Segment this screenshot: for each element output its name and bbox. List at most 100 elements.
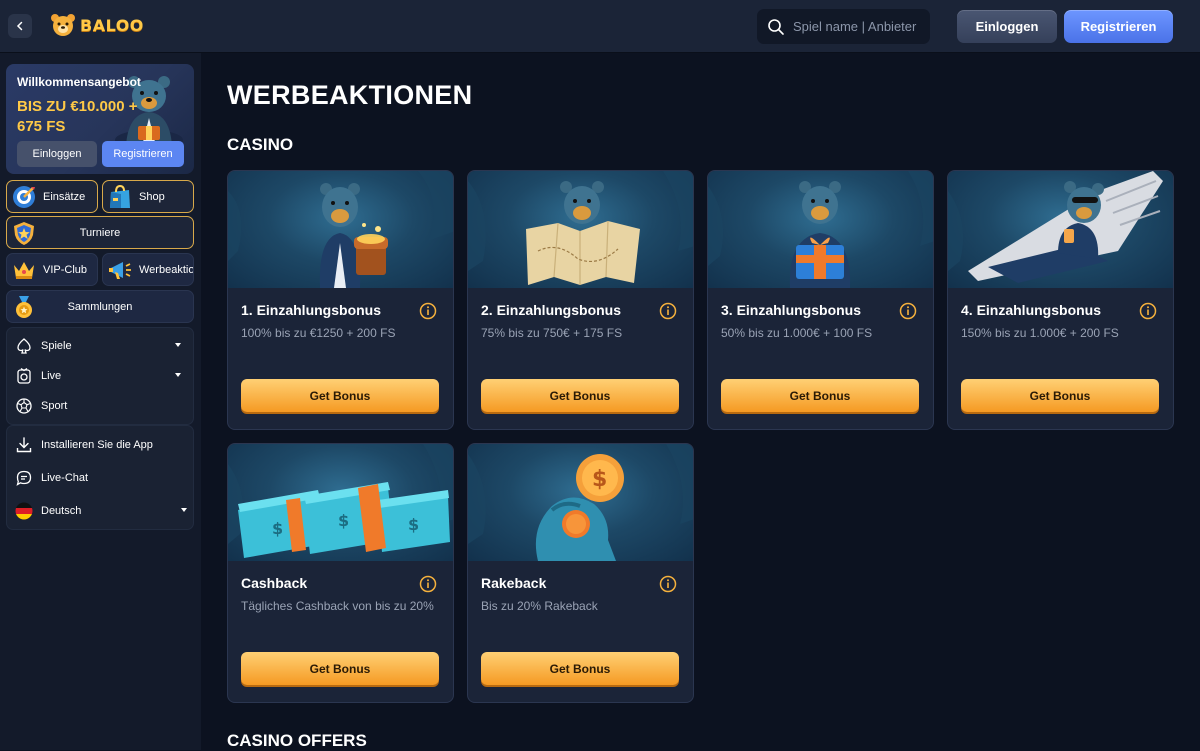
- language-selector[interactable]: Deutsch: [7, 494, 193, 527]
- shopping-bag-icon: [110, 184, 130, 208]
- search-box[interactable]: [757, 9, 930, 44]
- welcome-register-button[interactable]: Registrieren: [102, 141, 184, 167]
- top-bar: BALOO Einloggen Registrieren: [0, 0, 1200, 53]
- sidebar-tile-promotions-label: Werbeaktione: [139, 263, 194, 276]
- sidebar: Willkommensangebot BIS ZU €10.000 + 675 …: [0, 53, 201, 750]
- sidebar-tile-tournaments[interactable]: Turniere: [6, 216, 194, 249]
- crown-icon: [14, 261, 34, 279]
- sidebar-tile-bets-label: Einsätze: [43, 190, 86, 203]
- svg-text:$: $: [592, 467, 607, 492]
- promo-card-deposit-1: 1. Einzahlungsbonus 100% bis zu €1250 + …: [227, 170, 454, 430]
- sidebar-item-live-chat[interactable]: Live-Chat: [7, 461, 193, 494]
- login-button[interactable]: Einloggen: [957, 10, 1057, 43]
- sidebar-item-games[interactable]: Spiele: [7, 331, 193, 361]
- sidebar-tile-collections[interactable]: Sammlungen: [6, 290, 194, 323]
- promo-card-deposit-4: 4. Einzahlungsbonus 150% bis zu 1.000€ +…: [947, 170, 1174, 430]
- sidebar-nav-main: Spiele Live Sport: [6, 327, 194, 425]
- section-title-casino: CASINO: [227, 135, 294, 154]
- sidebar-tile-promotions[interactable]: Werbeaktione: [102, 253, 194, 286]
- live-casino-icon: [17, 367, 31, 384]
- search-input[interactable]: [793, 19, 923, 34]
- card-description: Bis zu 20% Rakeback: [481, 599, 598, 613]
- svg-text:$: $: [338, 511, 349, 530]
- get-bonus-button[interactable]: Get Bonus: [241, 379, 439, 412]
- get-bonus-button[interactable]: Get Bonus: [481, 379, 679, 412]
- register-button[interactable]: Registrieren: [1064, 10, 1173, 43]
- sidebar-item-live[interactable]: Live: [7, 361, 193, 391]
- download-icon: [16, 436, 32, 452]
- card-description: Tägliches Cashback von bis zu 20%: [241, 599, 434, 613]
- card-title: 1. Einzahlungsbonus: [241, 302, 382, 318]
- welcome-offer-banner[interactable]: Willkommensangebot BIS ZU €10.000 + 675 …: [6, 64, 194, 174]
- card-description: 75% bis zu 750€ + 175 FS: [481, 326, 623, 340]
- card-image-bear-lounger: [948, 171, 1173, 288]
- card-title: 4. Einzahlungsbonus: [961, 302, 1102, 318]
- card-title: 3. Einzahlungsbonus: [721, 302, 862, 318]
- chevron-down-icon: [175, 373, 181, 377]
- shield-star-icon: [14, 222, 34, 245]
- promo-card-deposit-2: 2. Einzahlungsbonus 75% bis zu 750€ + 17…: [467, 170, 694, 430]
- sidebar-tile-shop[interactable]: Shop: [102, 180, 194, 213]
- welcome-amount: BIS ZU €10.000 + 675 FS: [17, 98, 138, 135]
- logo-text: BALOO: [80, 15, 144, 35]
- card-title: 2. Einzahlungsbonus: [481, 302, 622, 318]
- back-button[interactable]: [8, 14, 32, 38]
- sidebar-nav-extra: Installieren Sie die App Live-Chat Deuts…: [6, 425, 194, 530]
- card-image-coin-hand: $: [468, 444, 693, 561]
- language-label: Deutsch: [41, 504, 82, 517]
- chevron-down-icon: [181, 508, 187, 512]
- welcome-login-button[interactable]: Einloggen: [17, 141, 97, 167]
- info-icon[interactable]: [899, 302, 917, 320]
- info-icon[interactable]: [659, 302, 677, 320]
- spade-icon: [17, 338, 31, 354]
- sidebar-item-live-label: Live: [41, 370, 62, 382]
- get-bonus-button[interactable]: Get Bonus: [721, 379, 919, 412]
- card-image-bear-map: [468, 171, 693, 288]
- sidebar-tile-bets[interactable]: Einsätze: [6, 180, 98, 213]
- sidebar-item-games-label: Spiele: [41, 340, 72, 352]
- logo[interactable]: BALOO: [50, 12, 144, 38]
- sidebar-tile-vip-label: VIP-Club: [43, 263, 88, 276]
- chevron-down-icon: [175, 343, 181, 347]
- promo-card-cashback: $ $ $ Cashback Tägliches Cashback von bi…: [227, 443, 454, 703]
- search-icon: [768, 18, 784, 35]
- card-description: 150% bis zu 1.000€ + 200 FS: [961, 326, 1119, 340]
- promo-card-deposit-3: 3. Einzahlungsbonus 50% bis zu 1.000€ + …: [707, 170, 934, 430]
- megaphone-icon: [109, 261, 131, 279]
- chevron-left-icon: [16, 21, 23, 31]
- promo-card-rakeback: $ Rakeback Bis zu 20% Rakeback Get Bonus: [467, 443, 694, 703]
- bear-logo-icon: [51, 14, 75, 36]
- info-icon[interactable]: [419, 575, 437, 593]
- card-description: 100% bis zu €1250 + 200 FS: [241, 326, 396, 340]
- card-image-bear-treasure: [228, 171, 453, 288]
- info-icon[interactable]: [1139, 302, 1157, 320]
- sidebar-tile-vip[interactable]: VIP-Club: [6, 253, 98, 286]
- svg-text:$: $: [408, 515, 419, 534]
- card-title: Rakeback: [481, 575, 547, 591]
- sidebar-tile-tournaments-label: Turniere: [79, 226, 121, 239]
- sidebar-item-chat-label: Live-Chat: [41, 471, 89, 484]
- sidebar-item-install-label: Installieren Sie die App: [41, 438, 153, 451]
- soccer-ball-icon: [16, 398, 32, 414]
- page-title: WERBEAKTIONEN: [227, 80, 473, 110]
- card-image-bear-gift: [708, 171, 933, 288]
- sidebar-item-sport-label: Sport: [41, 400, 68, 412]
- sidebar-tile-shop-label: Shop: [139, 190, 165, 203]
- info-icon[interactable]: [659, 575, 677, 593]
- card-description: 50% bis zu 1.000€ + 100 FS: [721, 326, 873, 340]
- section-title-casino-offers: CASINO OFFERS: [227, 731, 367, 750]
- svg-text:$: $: [272, 519, 283, 538]
- get-bonus-button[interactable]: Get Bonus: [961, 379, 1159, 412]
- german-flag-icon: [15, 502, 33, 519]
- card-image-money-stacks: $ $ $: [228, 444, 453, 561]
- target-icon: [13, 185, 35, 208]
- info-icon[interactable]: [419, 302, 437, 320]
- card-title: Cashback: [241, 575, 308, 591]
- sidebar-item-install-app[interactable]: Installieren Sie die App: [7, 428, 193, 461]
- get-bonus-button[interactable]: Get Bonus: [241, 652, 439, 685]
- chat-bubble-icon: [16, 470, 32, 486]
- welcome-title: Willkommensangebot: [17, 75, 141, 89]
- get-bonus-button[interactable]: Get Bonus: [481, 652, 679, 685]
- medal-icon: [16, 296, 32, 318]
- sidebar-item-sport[interactable]: Sport: [7, 391, 193, 421]
